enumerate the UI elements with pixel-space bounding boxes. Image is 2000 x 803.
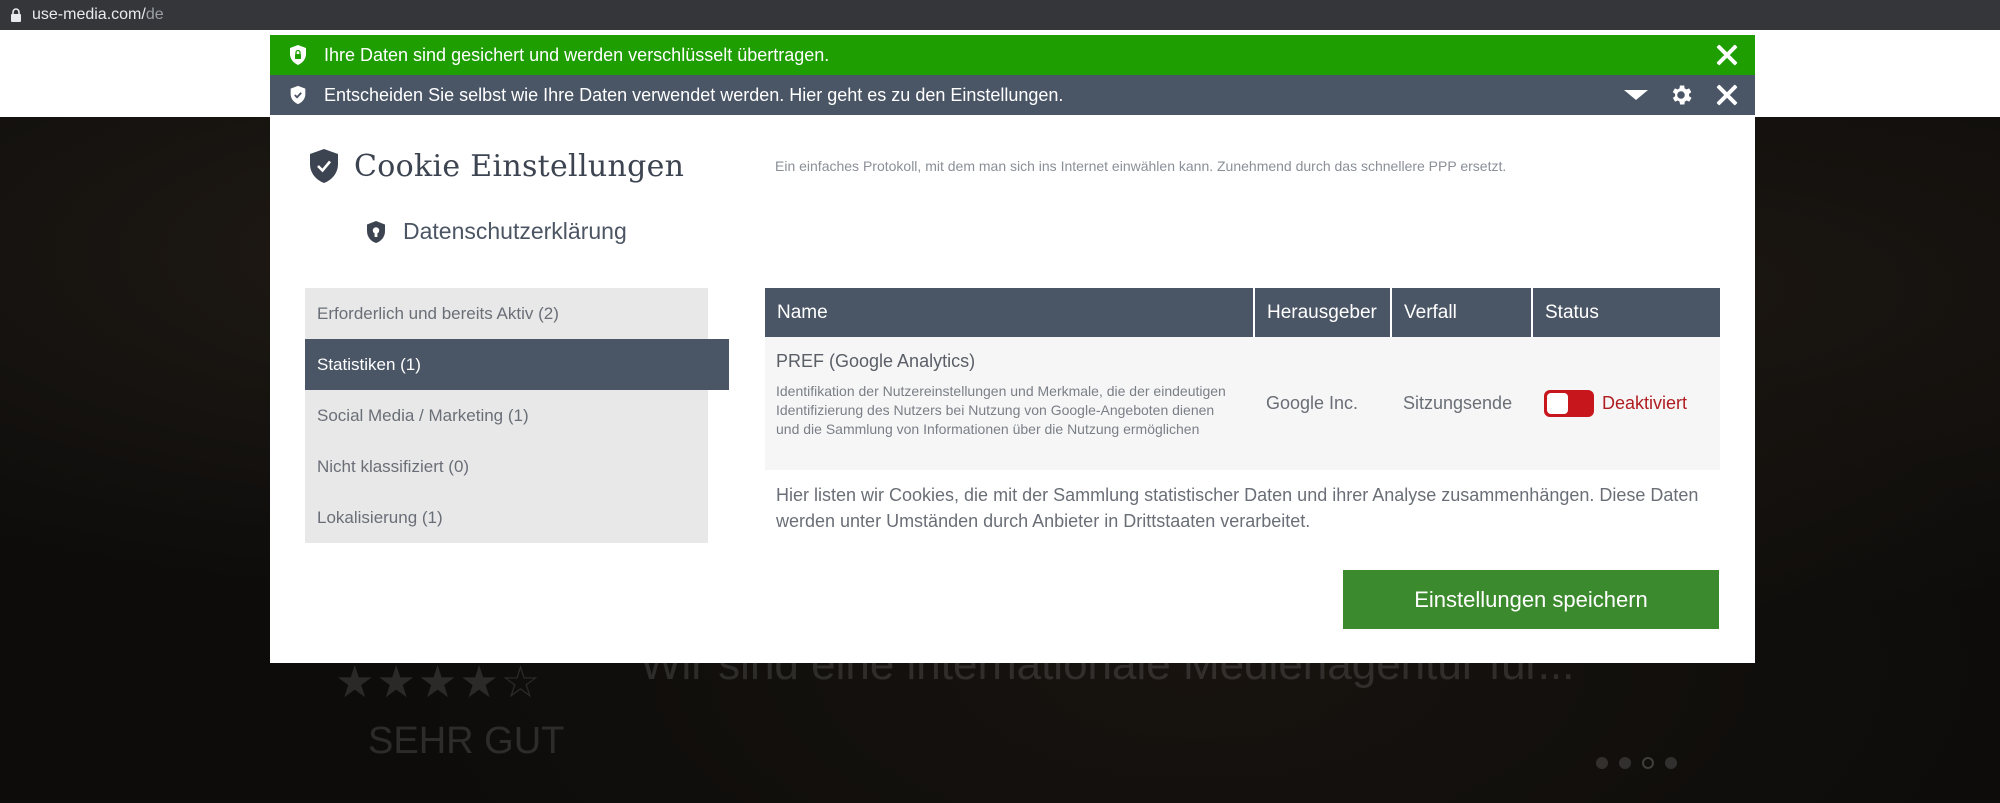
cookie-description: Identifikation der Nutzereinstellungen u… <box>776 383 1226 437</box>
cookie-status-label: Deaktiviert <box>1602 393 1688 413</box>
hero-rating-label: SEHR GUT <box>368 720 565 762</box>
save-settings-button[interactable]: Einstellungen speichern <box>1343 570 1719 629</box>
modal-title: Cookie Einstellungen <box>354 148 685 184</box>
column-header-publisher: Herausgeber <box>1255 288 1392 337</box>
column-header-expiry: Verfall <box>1392 288 1533 337</box>
privacy-policy-label: Datenschutzerklärung <box>403 218 627 244</box>
cookie-name-cell: PREF (Google Analytics) Identifikation d… <box>765 337 1255 470</box>
cookie-expiry: Sitzungsende <box>1403 393 1513 413</box>
shield-lock-icon <box>286 43 310 67</box>
slider-dot[interactable] <box>1665 757 1677 769</box>
shield-check-icon <box>286 83 310 107</box>
cookie-name: PREF (Google Analytics) <box>776 351 976 371</box>
category-statistics[interactable]: Statistiken (1) <box>305 339 729 390</box>
slider-dot-active[interactable] <box>1642 757 1654 769</box>
modal-description: Ein einfaches Protokoll, mit dem man sic… <box>775 158 1507 174</box>
caret-down-icon[interactable] <box>1624 90 1648 100</box>
cookie-status-toggle[interactable] <box>1544 390 1594 417</box>
gear-icon[interactable] <box>1668 82 1694 108</box>
settings-banner: Entscheiden Sie selbst wie Ihre Daten ve… <box>270 75 1755 115</box>
hero-slider-dots[interactable] <box>1596 757 1677 769</box>
table-header: Name Herausgeber Verfall Status <box>765 288 1720 337</box>
modal-header: Cookie Einstellungen <box>308 148 684 184</box>
shield-info-icon <box>367 220 385 243</box>
privacy-policy-link[interactable]: Datenschutzerklärung <box>365 218 627 245</box>
shield-check-icon <box>310 149 338 183</box>
cookie-publisher: Google Inc. <box>1266 393 1359 413</box>
hero-rating-stars: ★★★★☆ <box>335 658 543 707</box>
category-unclassified[interactable]: Nicht klassifiziert (0) <box>305 441 708 492</box>
slider-dot[interactable] <box>1596 757 1608 769</box>
category-localization[interactable]: Lokalisierung (1) <box>305 492 708 543</box>
category-required[interactable]: Erforderlich und bereits Aktiv (2) <box>305 288 708 339</box>
browser-address-bar[interactable]: use-media.com/de <box>0 0 2000 30</box>
cookie-category-list: Erforderlich und bereits Aktiv (2) Stati… <box>305 288 729 543</box>
settings-banner-link[interactable]: Entscheiden Sie selbst wie Ihre Daten ve… <box>324 85 1624 106</box>
url-host: use-media.com/ <box>32 6 146 23</box>
slider-dot[interactable] <box>1619 757 1631 769</box>
cookie-settings-modal: Cookie Einstellungen Ein einfaches Proto… <box>270 115 1755 663</box>
secure-banner-text: Ihre Daten sind gesichert und werden ver… <box>324 44 830 65</box>
secure-banner: Ihre Daten sind gesichert und werden ver… <box>270 35 1755 75</box>
category-note: Hier listen wir Cookies, die mit der Sam… <box>776 485 1699 531</box>
category-social-media-marketing[interactable]: Social Media / Marketing (1) <box>305 390 708 441</box>
table-row: PREF (Google Analytics) Identifikation d… <box>765 337 1720 470</box>
cookie-table: Name Herausgeber Verfall Status PREF (Go… <box>765 288 1720 534</box>
url-path: de <box>145 6 164 23</box>
close-icon[interactable] <box>1714 42 1740 68</box>
toggle-knob <box>1547 393 1568 414</box>
column-header-name: Name <box>765 288 1255 337</box>
cookie-status-cell: Deaktiviert <box>1533 337 1720 470</box>
lock-icon <box>11 8 21 22</box>
close-icon[interactable] <box>1714 82 1740 108</box>
column-header-status: Status <box>1545 301 1599 323</box>
